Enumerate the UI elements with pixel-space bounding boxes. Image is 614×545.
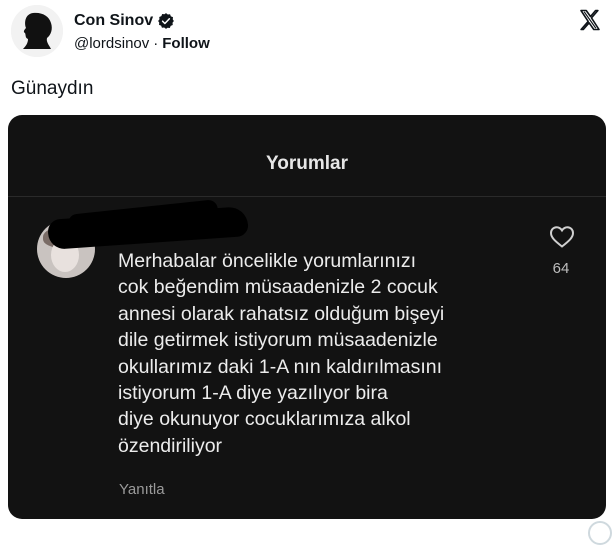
tweet-header: Con Sinov @lordsinov · Follow xyxy=(0,0,614,64)
heart-outline-icon xyxy=(549,226,575,248)
author-name-row: Con Sinov xyxy=(74,11,175,31)
author-handle[interactable]: @lordsinov xyxy=(74,35,149,52)
more-options-partial-icon xyxy=(588,521,612,545)
author-name[interactable]: Con Sinov xyxy=(74,11,153,31)
follow-button[interactable]: Follow xyxy=(162,35,210,52)
silhouette-avatar-icon xyxy=(11,5,63,57)
author-handle-row: @lordsinov · Follow xyxy=(74,34,210,53)
author-avatar[interactable] xyxy=(11,5,63,57)
comments-divider xyxy=(8,196,606,197)
comment-text: Merhabalar öncelikle yorumlarınızı cok b… xyxy=(118,250,445,457)
reply-button: Yanıtla xyxy=(119,481,165,498)
tweet-text: Günaydın xyxy=(11,78,94,99)
like-count: 64 xyxy=(552,260,570,277)
tweet-media-image[interactable]: Yorumlar Merhabalar öncelikle yorumların… xyxy=(8,115,606,519)
x-logo-icon[interactable] xyxy=(578,8,602,32)
comments-title: Yorumlar xyxy=(265,153,348,174)
redaction-scribble-main xyxy=(47,206,249,250)
verified-badge-icon xyxy=(158,13,174,29)
handle-separator: · xyxy=(153,35,159,52)
